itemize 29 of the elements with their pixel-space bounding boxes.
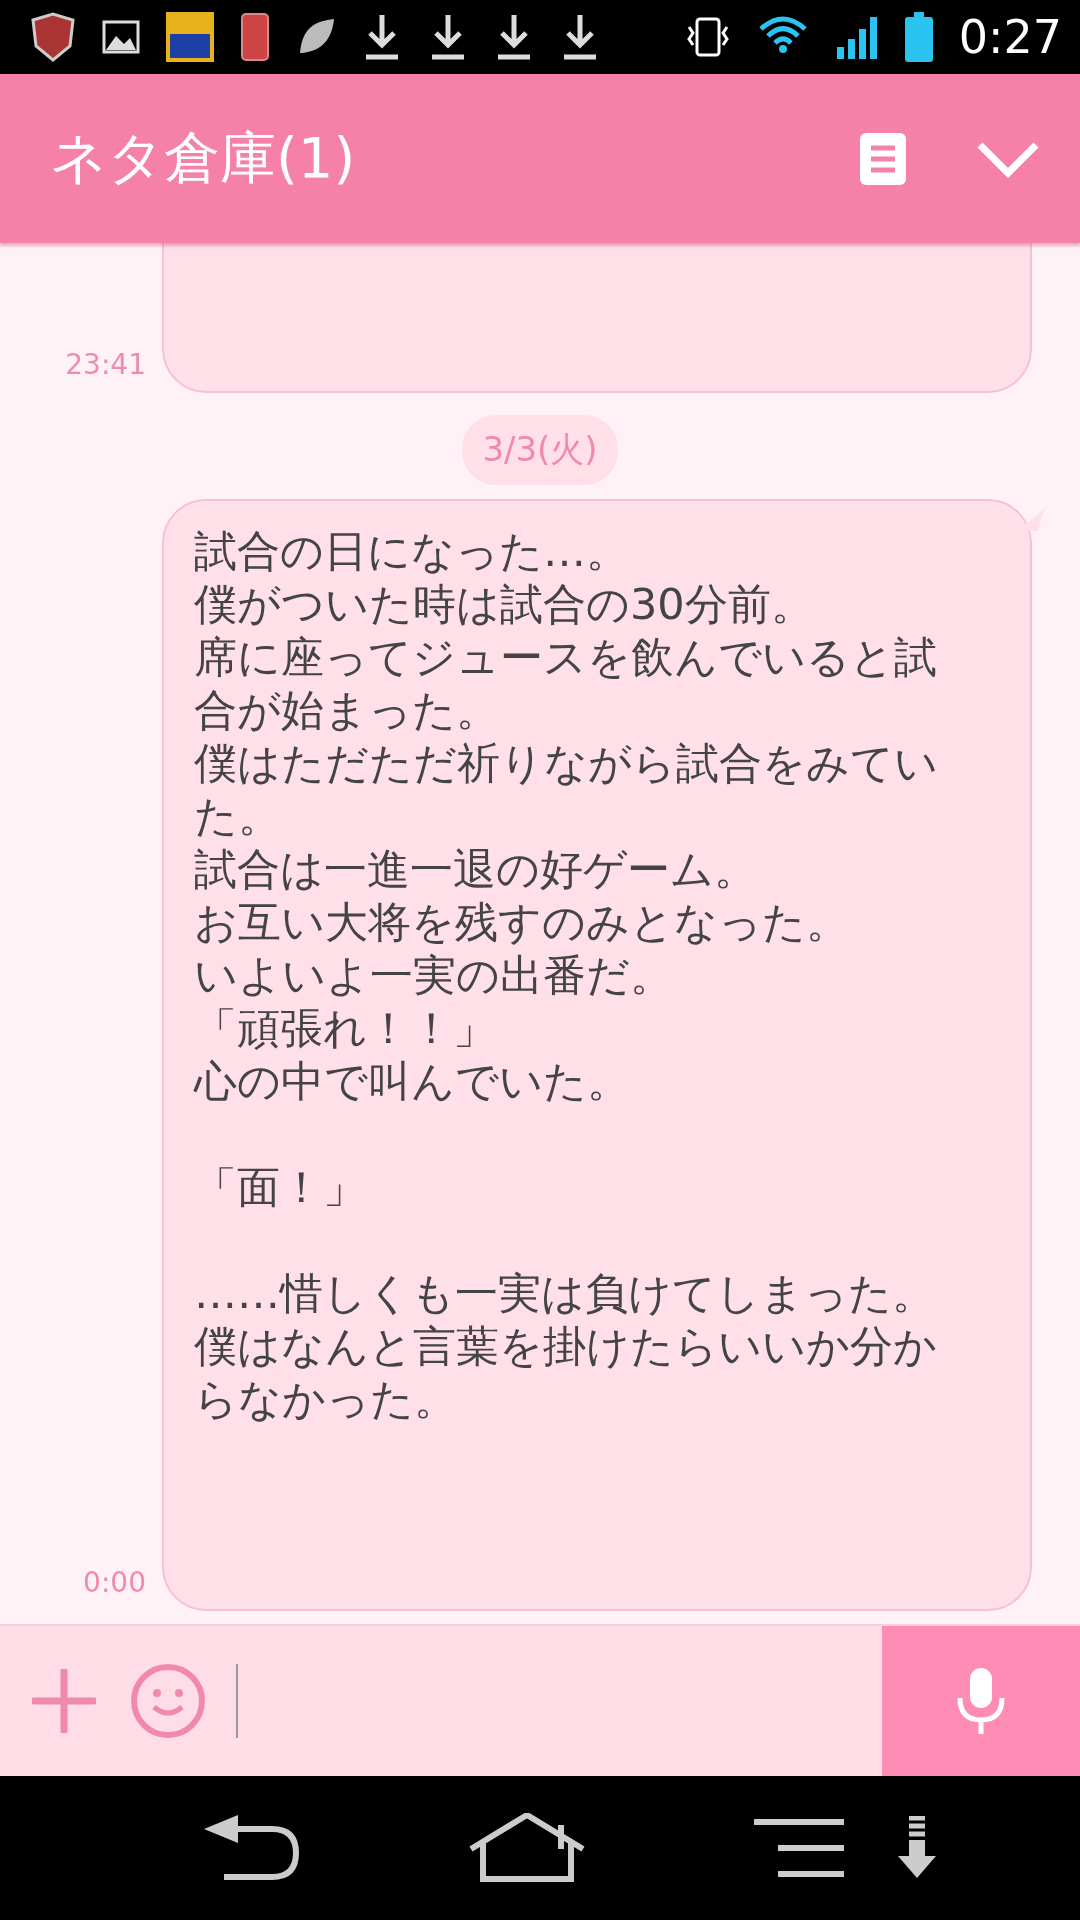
message-time: 0:00 — [82, 1566, 146, 1601]
menu-icon[interactable] — [751, 1818, 846, 1878]
message-line: いよいよ一実の出番だ。 — [194, 949, 674, 1002]
home-icon[interactable] — [467, 1813, 587, 1883]
smiley-icon[interactable] — [130, 1663, 206, 1739]
note-icon[interactable] — [860, 132, 906, 185]
message-line: 心の中で叫んでいた。 — [194, 1055, 631, 1108]
message-line: 「面！」 — [194, 1161, 367, 1214]
message-time: 23:41 — [64, 348, 146, 383]
phone-icon — [240, 12, 270, 62]
shield-icon — [30, 12, 76, 62]
download-arrow-icon[interactable] — [895, 1816, 938, 1880]
message-line: 席に座ってジュースを飲んでいると試合が始まった。 — [194, 631, 938, 737]
message-line: 「頑張れ！！」 — [194, 1002, 497, 1055]
status-time: 0:27 — [958, 10, 1062, 64]
message-line: ……惜しくも一実は負けてしまった。 — [194, 1267, 936, 1320]
message-line: 僕はなんと言葉を掛けたらいいか分からなかった。 — [194, 1320, 938, 1426]
message-line: 僕がついた時は試合の30分前。 — [194, 578, 815, 631]
battery-icon — [904, 12, 933, 62]
message-line: 僕はただただ祈りながら試合をみていた。 — [194, 737, 939, 843]
message-line: お互い大将を残すのみとなった。 — [194, 896, 850, 949]
date-label: 3/3(火) — [462, 415, 618, 485]
plus-icon[interactable] — [32, 1669, 96, 1733]
image-icon — [102, 20, 140, 54]
wifi-spot-icon — [166, 12, 214, 62]
message-line: 試合の日になった…。 — [194, 525, 630, 578]
chat-title: ネタ倉庫(1) — [50, 123, 356, 192]
microphone-button[interactable] — [882, 1626, 1080, 1776]
message-line: 試合は一進一退の好ゲーム。 — [194, 843, 758, 896]
